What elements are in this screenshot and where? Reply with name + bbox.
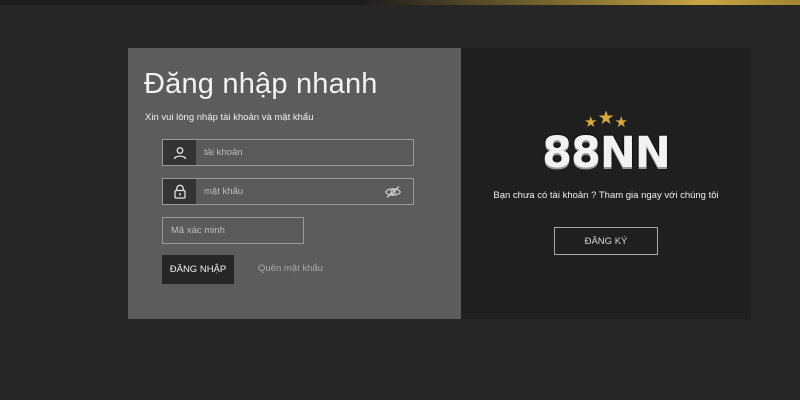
captcha-input[interactable]	[171, 218, 297, 243]
signup-promo-text: Bạn chưa có tài khoản ? Tham gia ngay vớ…	[493, 190, 719, 201]
top-accent-bar	[0, 0, 800, 5]
login-title: Đăng nhập nhanh	[144, 68, 378, 100]
brand-logo: ★★★ 88NN	[541, 108, 671, 178]
forgot-password-link[interactable]: Quên mật khẩu	[258, 263, 323, 274]
password-field	[162, 178, 414, 205]
user-icon	[163, 140, 196, 165]
signup-panel: ★★★ 88NN Bạn chưa có tài khoản ? Tham gi…	[461, 48, 751, 319]
eye-slash-icon[interactable]	[383, 184, 403, 199]
logo-text: 88NN	[542, 128, 671, 178]
username-input[interactable]	[204, 140, 374, 165]
lock-icon	[163, 179, 196, 204]
login-panel: Đăng nhập nhanh Xin vui lòng nhập tài kh…	[128, 48, 461, 319]
username-field	[162, 139, 414, 166]
star-icon: ★	[597, 108, 615, 129]
register-button[interactable]: ĐĂNG KÝ	[554, 227, 658, 255]
login-subtitle: Xin vui lòng nhập tài khoản và mật khẩu	[145, 112, 314, 123]
captcha-field	[162, 217, 304, 244]
password-input[interactable]	[204, 179, 374, 204]
login-button[interactable]: ĐĂNG NHẬP	[162, 255, 234, 284]
